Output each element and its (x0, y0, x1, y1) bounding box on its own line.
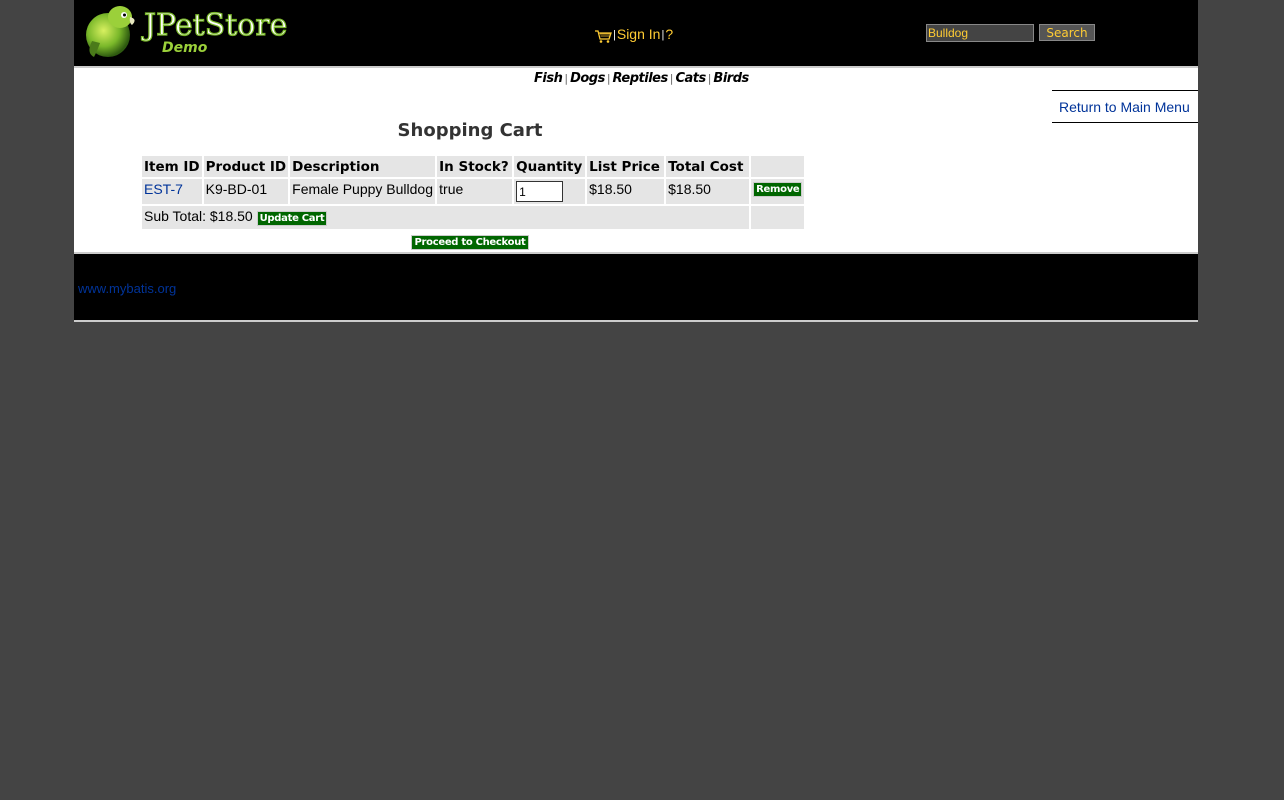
quick-link-separator: | (606, 72, 611, 85)
table-row: EST-7 K9-BD-01 Female Puppy Bulldog true… (142, 179, 805, 204)
page: JPetStore Demo |Sign In|? Search Fish|Do… (74, 0, 1198, 322)
item-id-cell: EST-7 (142, 179, 202, 204)
footer: www.mybatis.org (74, 252, 1198, 322)
column-header-quantity: Quantity (514, 156, 586, 177)
checkout-row: Proceed to Checkout (142, 232, 798, 250)
column-header-description: Description (290, 156, 436, 177)
logo-title: JPetStore (141, 8, 287, 43)
update-cart-button[interactable]: Update Cart (256, 211, 328, 226)
in-stock-cell: true (437, 179, 513, 204)
search-button[interactable]: Search (1039, 24, 1095, 41)
column-header-product-id: Product ID (203, 156, 289, 177)
back-link-box: Return to Main Menu (1052, 90, 1198, 123)
remove-cell: Remove (751, 179, 805, 204)
parrot-icon (86, 6, 135, 57)
column-header-list-price: List Price (587, 156, 665, 177)
category-link-birds[interactable]: Birds (713, 71, 749, 86)
total-cost-cell: $18.50 (666, 179, 750, 204)
menu-separator: | (613, 29, 616, 42)
table-header-row: Item ID Product ID Description In Stock?… (142, 156, 805, 177)
description-cell: Female Puppy Bulldog (290, 179, 436, 204)
subtotal-empty-cell (751, 206, 805, 229)
quick-link-separator: | (564, 72, 569, 85)
category-link-reptiles[interactable]: Reptiles (613, 71, 669, 86)
quantity-input[interactable] (516, 181, 564, 202)
subtotal-text: Sub Total: $18.50 (144, 208, 253, 224)
header-menu: |Sign In|? (594, 26, 673, 46)
column-header-item-id: Item ID (142, 156, 202, 177)
category-link-cats[interactable]: Cats (675, 71, 706, 86)
shopping-cart-icon[interactable] (594, 28, 612, 44)
logo-subtitle: Demo (162, 40, 208, 56)
category-quick-links: Fish | Dogs | Reptiles | Cats | Birds (534, 71, 749, 86)
page-title: Shopping Cart (397, 120, 543, 141)
column-header-actions (751, 156, 805, 177)
cart-table: Item ID Product ID Description In Stock?… (140, 154, 806, 231)
header: JPetStore Demo |Sign In|? Search (74, 0, 1198, 66)
help-link[interactable]: ? (665, 26, 673, 42)
subtotal-cell: Sub Total: $18.50 Update Cart (142, 206, 750, 229)
category-link-fish[interactable]: Fish (534, 71, 563, 86)
content-area: Fish | Dogs | Reptiles | Cats | Birds Return to … (74, 66, 1198, 252)
jpetstore-logo[interactable]: JPetStore Demo (82, 1, 302, 59)
column-header-total-cost: Total Cost (666, 156, 750, 177)
remove-button[interactable]: Remove (753, 182, 803, 197)
quick-link-separator: | (707, 72, 712, 85)
quick-link-separator: | (669, 72, 674, 85)
subtotal-row: Sub Total: $18.50 Update Cart (142, 206, 805, 229)
category-link-dogs[interactable]: Dogs (570, 71, 605, 86)
return-to-main-menu-link[interactable]: Return to Main Menu (1059, 99, 1190, 115)
proceed-to-checkout-button[interactable]: Proceed to Checkout (411, 235, 529, 250)
product-id-cell: K9-BD-01 (203, 179, 289, 204)
mybatis-link[interactable]: www.mybatis.org (78, 281, 176, 296)
item-id-link[interactable]: EST-7 (144, 181, 183, 197)
quantity-cell (514, 179, 586, 204)
menu-separator: | (661, 29, 665, 42)
search-input[interactable] (926, 24, 1034, 42)
sign-in-link[interactable]: Sign In (617, 26, 661, 42)
list-price-cell: $18.50 (587, 179, 665, 204)
column-header-in-stock: In Stock? (437, 156, 513, 177)
